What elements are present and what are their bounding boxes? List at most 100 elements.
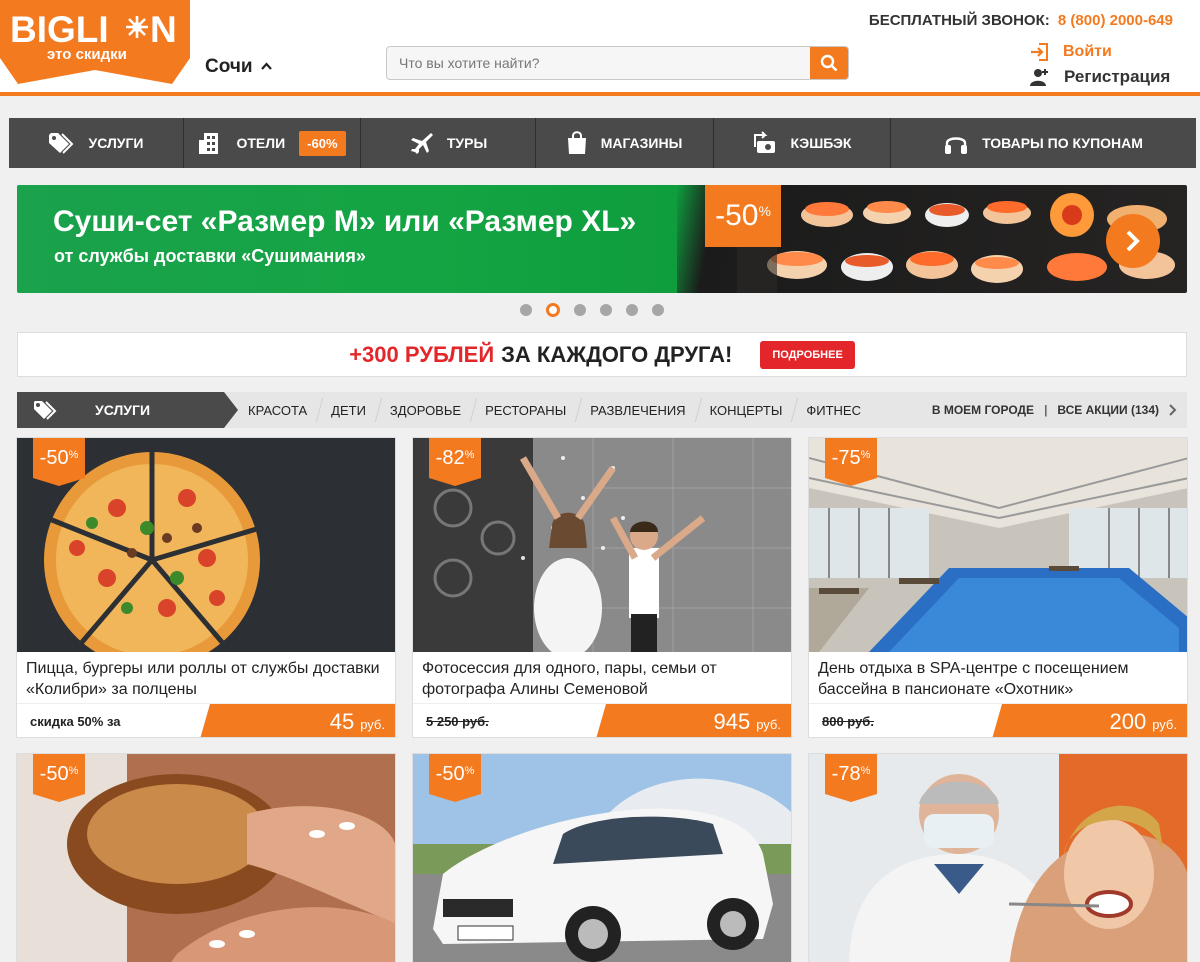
discount-unit: % [860,449,871,461]
city-name: Сочи [205,56,253,77]
shopping-bag-icon [567,131,586,154]
deal-card[interactable]: -50% Пицца, бургеры или роллы от службы … [16,437,396,738]
tab-services-label: УСЛУГИ [95,402,151,418]
user-add-icon [1030,69,1048,86]
biglion-logo[interactable]: BIGLI N это скидки [0,0,190,86]
in-my-city-link[interactable]: В МОЕМ ГОРОДЕ [932,403,1034,417]
price-box: 945 руб. [596,704,791,737]
nav-label: МАГАЗИНЫ [600,135,683,151]
nav-item-services[interactable]: УСЛУГИ [9,118,184,168]
carousel-dot-active[interactable] [546,303,560,317]
discount-unit: % [464,765,475,777]
price-currency: руб. [756,717,781,732]
nav-item-cashback[interactable]: КЭШБЭК [714,118,891,168]
tag-icon [49,133,74,154]
promo-carousel-slide[interactable]: Суши-сет «Размер М» или «Размер XL» от с… [17,185,1187,293]
tab-beauty[interactable]: КРАСОТА [236,392,319,428]
discount-value: -50 [39,762,69,785]
nav-label: ТУРЫ [446,135,488,151]
carousel-dot[interactable] [600,304,612,316]
discount-value: -75 [831,446,861,469]
register-link[interactable]: Регистрация [1030,67,1170,87]
headphones-icon [945,137,968,154]
chevron-right-icon [1126,230,1140,252]
login-link[interactable]: Войти [1030,43,1112,61]
discount-badge: -50% [33,754,85,802]
nav-item-hotels[interactable]: ОТЕЛИ -60% [184,118,361,168]
deal-title: Пицца, бургеры или роллы от службы доста… [26,660,380,698]
discount-note: скидка 50% за [30,714,121,729]
price-row: скидка 50% за 45 руб. [17,703,395,737]
discount-badge: -50% [429,754,481,802]
building-icon [199,133,219,154]
old-price: 800 руб. [822,714,874,729]
nav-label: КЭШБЭК [790,135,852,151]
tab-restaurants[interactable]: РЕСТОРАНЫ [473,392,578,428]
site-header: BIGLI N это скидки Сочи БЕСПЛАТНЫЙ ЗВОНО… [0,0,1200,96]
banner-discount-value: -50 [715,199,759,232]
referral-promo: +300 РУБЛЕЙ ЗА КАЖДОГО ДРУГА! ПОДРОБНЕЕ [17,332,1187,377]
carousel-dot[interactable] [652,304,664,316]
city-selector[interactable]: Сочи [205,56,272,78]
carousel-next-button[interactable] [1106,214,1160,268]
price-box: 45 руб. [200,704,395,737]
login-label: Войти [1063,43,1112,60]
chevron-up-icon [260,59,272,73]
tab-entertainment[interactable]: РАЗВЛЕЧЕНИЯ [578,392,697,428]
discount-badge: -82% [429,438,481,486]
deal-card[interactable]: -82% Фотосессия для одного, пары, семьи … [412,437,792,738]
deal-card[interactable]: -50% [412,753,792,962]
tab-fitness[interactable]: ФИТНЕС [794,392,873,428]
tabs-right-links: В МОЕМ ГОРОДЕ | ВСЕ АКЦИИ (134) [932,403,1187,417]
svg-text:BIGLI: BIGLI [10,9,109,50]
search-bar [386,46,849,80]
nav-item-coupon-goods[interactable]: ТОВАРЫ ПО КУПОНАМ [891,118,1196,168]
tab-kids[interactable]: ДЕТИ [319,392,378,428]
discount-badge: -78% [825,754,877,802]
search-icon [820,54,838,72]
price-value: 200 [1109,708,1147,734]
hotels-discount-badge: -60% [299,130,346,156]
nav-label: ТОВАРЫ ПО КУПОНАМ [982,135,1143,151]
banner-title: Суши-сет «Размер М» или «Размер XL» [53,205,637,238]
banner-discount-badge: -50% [705,185,781,247]
price-currency: руб. [360,717,385,732]
deal-title: Фотосессия для одного, пары, семьи от фо… [422,660,717,698]
nav-item-shops[interactable]: МАГАЗИНЫ [536,118,714,168]
discount-unit: % [68,449,79,461]
phone-number[interactable]: 8 (800) 2000-649 [1058,12,1173,29]
nav-label: УСЛУГИ [88,135,144,151]
discount-badge: -50% [33,438,85,486]
nav-item-tours[interactable]: ТУРЫ [361,118,536,168]
all-deals-link[interactable]: ВСЕ АКЦИИ (134) [1057,403,1159,417]
chevron-right-icon [1169,404,1177,416]
phone-label: БЕСПЛАТНЫЙ ЗВОНОК: [868,12,1050,29]
carousel-dot[interactable] [520,304,532,316]
discount-value: -50 [435,762,465,785]
search-input[interactable] [387,47,810,79]
discount-unit: % [860,765,871,777]
airplane-icon [410,133,433,154]
price-row: 5 250 руб. 945 руб. [413,703,791,737]
promo-more-button[interactable]: ПОДРОБНЕЕ [760,340,855,369]
svg-text:N: N [150,9,177,50]
price-row: 800 руб. 200 руб. [809,703,1187,737]
price-value: 45 [329,708,355,734]
discount-value: -50 [39,446,69,469]
search-button[interactable] [810,47,848,79]
discount-unit: % [464,449,475,461]
tab-services[interactable]: УСЛУГИ [17,392,238,428]
links-separator: | [1044,403,1048,417]
carousel-dot[interactable] [626,304,638,316]
free-call-phone: БЕСПЛАТНЫЙ ЗВОНОК: 8 (800) 2000-649 [869,12,1173,29]
price-currency: руб. [1152,717,1177,732]
tab-health[interactable]: ЗДОРОВЬЕ [378,392,473,428]
nav-label: ОТЕЛИ [236,135,286,151]
carousel-dot[interactable] [574,304,586,316]
login-icon [1031,43,1048,61]
tab-concerts[interactable]: КОНЦЕРТЫ [698,392,795,428]
deal-card[interactable]: -78% [808,753,1188,962]
deal-card[interactable]: -50% [16,753,396,962]
deal-card[interactable]: -75% День отдыха в SPA-центре с посещени… [808,437,1188,738]
tag-icon [34,401,57,420]
